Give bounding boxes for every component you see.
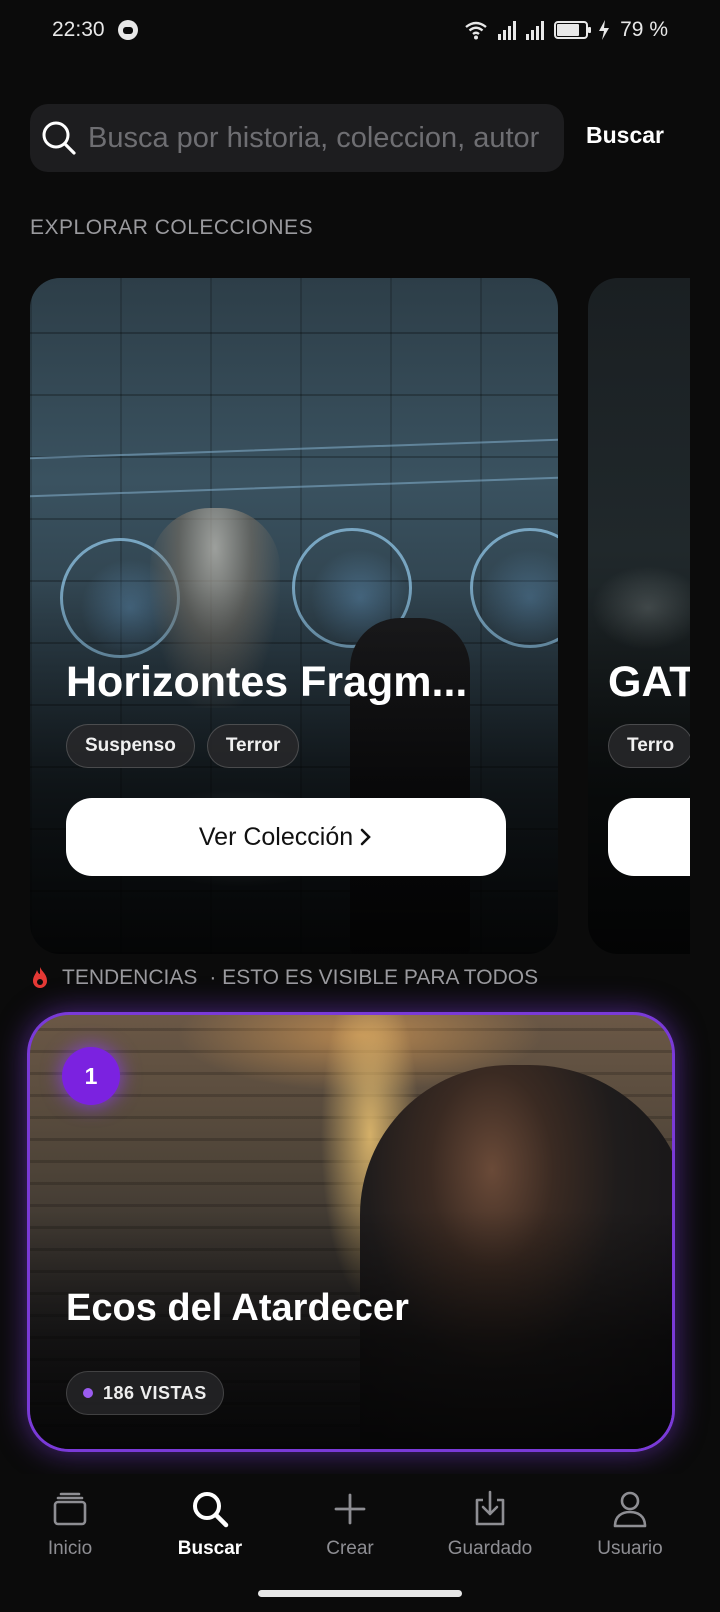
- status-time: 22:30: [52, 18, 105, 41]
- views-badge: 186 VISTAS: [66, 1371, 224, 1415]
- views-count: 186 VISTAS: [103, 1382, 207, 1403]
- collection-tags: Suspenso Terror: [66, 724, 300, 768]
- search-icon: [193, 1492, 229, 1528]
- tag-chip[interactable]: Suspenso: [66, 724, 195, 768]
- user-icon: [613, 1491, 647, 1528]
- wifi-icon: [465, 21, 487, 40]
- search-icon: [42, 121, 76, 155]
- app-notification-icon: [118, 20, 138, 40]
- trending-card[interactable]: 1 Ecos del Atardecer 186 VISTAS: [27, 1012, 675, 1452]
- nav-item-usuario[interactable]: Usuario: [560, 1488, 700, 1560]
- nav-label: Crear: [326, 1538, 374, 1559]
- search-input[interactable]: [88, 121, 558, 155]
- view-collection-button[interactable]: Ver Colección: [66, 798, 506, 876]
- views-dot-icon: [83, 1388, 93, 1398]
- signal-icon: [526, 20, 545, 40]
- battery-icon: [554, 21, 592, 39]
- fire-icon: [33, 967, 47, 988]
- nav-label: Inicio: [47, 1538, 93, 1559]
- nav-label: Buscar: [177, 1538, 243, 1559]
- collection-title: Horizontes Fragm...: [66, 658, 468, 706]
- view-collection-label: Ver Colección: [198, 822, 354, 851]
- search-bar[interactable]: [30, 104, 564, 172]
- collection-card[interactable]: GAT Terro: [588, 278, 690, 954]
- collection-card[interactable]: Horizontes Fragm... Suspenso Terror Ver …: [30, 278, 558, 954]
- search-button[interactable]: Buscar: [586, 122, 664, 149]
- view-collection-button[interactable]: [608, 798, 690, 876]
- collection-tags: Terro: [608, 724, 690, 768]
- signal-icon: [498, 20, 517, 40]
- tag-chip[interactable]: Terro: [608, 724, 690, 768]
- nav-item-buscar[interactable]: Buscar: [140, 1488, 280, 1560]
- visibility-note: · ESTO ES VISIBLE PARA TODOS: [209, 966, 539, 989]
- status-bar: 22:30 79 %: [0, 0, 720, 64]
- story-title: Ecos del Atardecer: [66, 1287, 409, 1329]
- download-icon: [475, 1490, 505, 1526]
- stack-icon: [53, 1492, 87, 1526]
- collections-carousel[interactable]: Horizontes Fragm... Suspenso Terror Ver …: [0, 278, 690, 954]
- battery-percent: 79 %: [620, 18, 668, 41]
- plus-icon: [334, 1493, 366, 1525]
- tag-chip[interactable]: Terror: [206, 724, 300, 768]
- home-indicator[interactable]: [258, 1590, 462, 1597]
- status-icons: 79 %: [464, 18, 668, 42]
- nav-label: Usuario: [597, 1538, 663, 1559]
- chevron-right-icon: [360, 828, 371, 846]
- trending-header: TENDENCIAS · ESTO ES VISIBLE PARA TODOS: [30, 966, 538, 990]
- nav-label: Guardado: [447, 1538, 533, 1559]
- collection-title: GAT: [608, 658, 690, 706]
- collections-section-label: EXPLORAR COLECCIONES: [30, 216, 314, 239]
- charging-icon: [599, 20, 610, 40]
- trending-label: TENDENCIAS: [62, 966, 198, 989]
- nav-item-inicio[interactable]: Inicio: [0, 1488, 140, 1560]
- rank-badge: 1: [62, 1047, 120, 1105]
- nav-item-guardado[interactable]: Guardado: [420, 1488, 560, 1560]
- nav-item-crear[interactable]: Crear: [280, 1488, 420, 1560]
